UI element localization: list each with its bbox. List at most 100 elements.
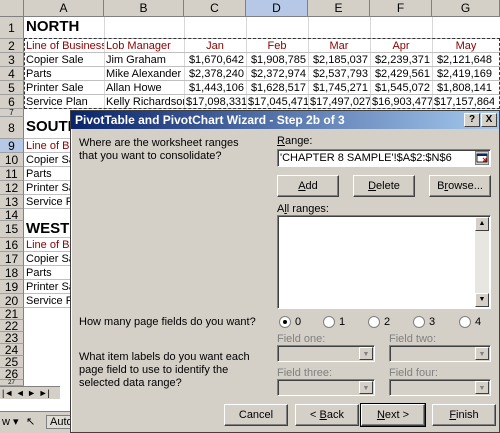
header-cell[interactable]: Line of Bu [24,238,70,251]
table-cell[interactable]: Service Pl [24,294,70,307]
collapse-dialog-icon[interactable] [475,151,489,165]
header-cell[interactable]: Jan [184,39,246,52]
row-header[interactable]: 18 [0,266,24,280]
row-header[interactable]: 1 [0,17,24,39]
row-header[interactable]: 10 [0,153,24,167]
header-cell[interactable]: Line of Business [24,39,104,52]
table-cell[interactable]: $2,419,169 [432,67,494,80]
row-header[interactable]: 16 [0,238,24,252]
page-field-option-2[interactable]: 2 [384,316,390,329]
table-cell[interactable]: $1,670,642 [184,53,246,66]
table-cell[interactable]: Printer Sale [24,81,104,94]
help-button[interactable]: ? [464,113,480,127]
table-cell[interactable]: $17,497,027 [308,95,370,108]
region-title-north[interactable]: NORTH [24,17,144,38]
table-cell[interactable]: $2,378,240 [184,67,246,80]
draw-menu-button[interactable]: w ▾ [2,415,19,428]
table-cell[interactable]: Service Plan [24,95,104,108]
page-field-radio-1[interactable] [323,316,335,328]
page-field-radio-3[interactable] [413,316,425,328]
column-header-d[interactable]: D [246,0,308,17]
table-cell[interactable]: Printer Sal [24,280,70,293]
select-all-corner[interactable] [0,0,24,17]
column-header-e[interactable]: E [308,0,370,17]
header-cell[interactable]: Lob Manager [104,39,184,52]
row-header[interactable]: 26 [0,368,24,380]
row-header[interactable]: 14 [0,209,24,221]
add-button[interactable]: Add [277,175,339,197]
row-header[interactable]: 5 [0,81,24,95]
header-cell[interactable]: Line of Bu [24,139,70,152]
header-cell[interactable]: Mar [308,39,370,52]
table-cell[interactable]: $17,098,331 [184,95,246,108]
range-input[interactable]: 'CHAPTER 8 SAMPLE'!$A$2:$N$6 [277,149,491,167]
page-field-option-1[interactable]: 1 [339,316,345,329]
table-cell[interactable]: $1,545,072 [370,81,432,94]
table-cell[interactable]: Parts [24,167,70,180]
table-cell[interactable]: $1,628,517 [246,81,308,94]
table-cell[interactable]: $17,157,864 [432,95,494,108]
row-header[interactable]: 15 [0,221,24,238]
browse-button[interactable]: Browse... [429,175,491,197]
table-cell[interactable]: $2,185,037 [308,53,370,66]
column-header-c[interactable]: C [184,0,246,17]
row-header[interactable]: 3 [0,53,24,67]
finish-button[interactable]: Finish [432,404,496,426]
scroll-up-icon[interactable]: ▲ [475,217,489,231]
column-header-a[interactable]: A [24,0,104,17]
row-header[interactable]: 12 [0,181,24,195]
row-header[interactable]: 20 [0,294,24,308]
scroll-down-icon[interactable]: ▼ [475,293,489,307]
region-title-south[interactable]: SOUTI [24,117,70,138]
row-header[interactable]: 6 [0,95,24,109]
table-cell[interactable]: Parts [24,67,104,80]
close-button[interactable]: X [481,113,497,127]
row-header[interactable]: 17 [0,252,24,266]
row-header[interactable]: 13 [0,195,24,209]
table-cell[interactable]: Printer Sal [24,181,70,194]
header-cell[interactable]: Apr [370,39,432,52]
table-cell[interactable]: $16,903,477 [370,95,432,108]
column-header-b[interactable]: B [104,0,184,17]
row-header[interactable]: 8 [0,117,24,139]
region-title-west[interactable]: WEST [24,221,70,237]
table-cell[interactable]: $2,239,371 [370,53,432,66]
delete-button[interactable]: Delete [353,175,415,197]
table-cell[interactable]: $1,443,106 [184,81,246,94]
page-field-option-0[interactable]: 0 [295,316,301,329]
next-button[interactable]: Next > [360,403,426,427]
table-cell[interactable]: $2,372,974 [246,67,308,80]
back-button[interactable]: < Back [295,404,359,426]
row-header[interactable]: 19 [0,280,24,294]
header-cell[interactable]: Feb [246,39,308,52]
page-field-radio-2[interactable] [368,316,380,328]
table-cell[interactable]: Copier Sale [24,53,104,66]
table-cell[interactable]: $2,429,561 [370,67,432,80]
select-objects-icon[interactable]: ↖ [26,415,35,428]
row-header[interactable]: 2 [0,39,24,53]
table-cell[interactable]: $1,808,141 [432,81,494,94]
table-cell[interactable]: $2,537,793 [308,67,370,80]
dialog-titlebar[interactable]: PivotTable and PivotChart Wizard - Step … [71,111,499,129]
table-cell[interactable]: Jim Graham [104,53,184,66]
column-header-g[interactable]: G [432,0,500,17]
row-header[interactable]: 11 [0,167,24,181]
table-cell[interactable]: $17,045,471 [246,95,308,108]
table-cell[interactable]: Copier Sal [24,153,70,166]
table-cell[interactable]: Mike Alexander [104,67,184,80]
header-cell[interactable]: May [432,39,500,52]
table-cell[interactable]: Kelly Richardson [104,95,184,108]
table-cell[interactable]: Parts [24,266,70,279]
table-cell[interactable]: $2,121,648 [432,53,494,66]
column-header-f[interactable]: F [370,0,432,17]
cancel-button[interactable]: Cancel [224,404,288,426]
sheet-tab-navigation[interactable]: |◄ ◄ ► ►| [0,386,60,399]
page-field-radio-0[interactable] [279,316,291,328]
table-cell[interactable]: Copier Sal [24,252,70,265]
table-cell[interactable]: $1,908,785 [246,53,308,66]
table-cell[interactable]: $1,745,271 [308,81,370,94]
table-cell[interactable]: Service Pl [24,195,70,208]
page-field-option-4[interactable]: 4 [475,316,481,329]
all-ranges-list[interactable]: ▲ ▼ [277,215,491,309]
row-header[interactable]: 9 [0,139,24,153]
